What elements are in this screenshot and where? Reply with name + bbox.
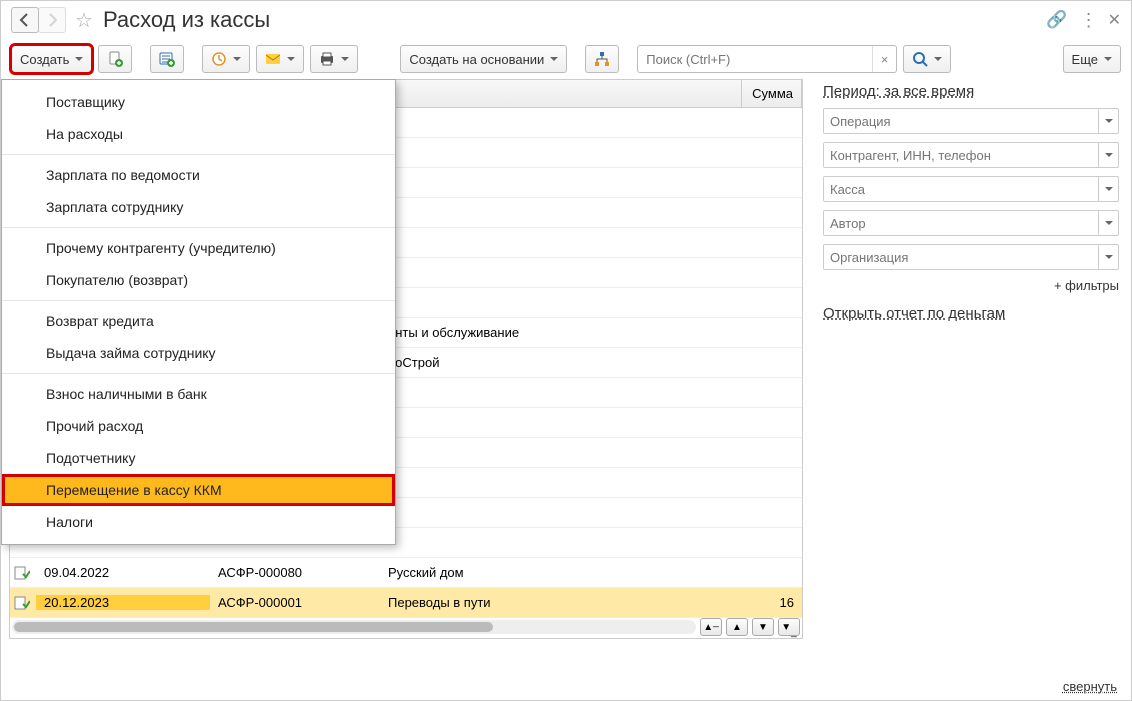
- create-menu-item[interactable]: Зарплата по ведомости: [2, 159, 395, 191]
- column-sum[interactable]: Сумма: [742, 80, 802, 107]
- create-dropdown-menu: ПоставщикуНа расходы Зарплата по ведомост…: [1, 79, 396, 545]
- filter-cash[interactable]: [823, 176, 1119, 202]
- find-button[interactable]: [903, 45, 951, 73]
- dropdown-icon[interactable]: [1098, 211, 1118, 235]
- link-icon[interactable]: 🔗: [1046, 10, 1067, 30]
- create-menu-item[interactable]: Возврат кредита: [2, 305, 395, 337]
- list-add-button[interactable]: [150, 45, 184, 73]
- create-menu-item[interactable]: Налоги: [2, 506, 395, 538]
- create-button[interactable]: Создать: [11, 45, 92, 73]
- kebab-menu-icon[interactable]: ⋮: [1080, 10, 1096, 31]
- envelope-icon: [265, 51, 281, 67]
- menu-separator: [2, 227, 395, 228]
- arrow-left-icon: [17, 12, 33, 28]
- filter-author-input[interactable]: [824, 211, 1098, 235]
- create-menu-item[interactable]: Подотчетнику: [2, 442, 395, 474]
- page-title: Расход из кассы: [103, 7, 1046, 33]
- create-menu-item[interactable]: Перемещение в кассу ККМ: [2, 474, 395, 506]
- email-button[interactable]: [256, 45, 304, 73]
- table-row[interactable]: 20.12.2023 АСФР-000001 Переводы в пути 1…: [10, 588, 802, 618]
- open-money-report-link[interactable]: Открыть отчет по деньгам: [823, 305, 1005, 322]
- create-menu-item[interactable]: Поставщику: [2, 86, 395, 118]
- hierarchy-icon: [594, 51, 610, 67]
- filter-panel: Период: за все время + фильтры Открыть о…: [811, 79, 1131, 678]
- create-menu-item[interactable]: Выдача займа сотруднику: [2, 337, 395, 369]
- back-button[interactable]: [11, 7, 39, 33]
- close-icon[interactable]: ✕: [1108, 10, 1121, 30]
- scroll-up-button[interactable]: ▲: [726, 618, 748, 636]
- structure-button[interactable]: [585, 45, 619, 73]
- arrow-right-icon: [44, 12, 60, 28]
- create-copy-button[interactable]: [98, 45, 132, 73]
- clock-icon: [211, 51, 227, 67]
- create-menu-item[interactable]: Зарплата сотруднику: [2, 191, 395, 223]
- dropdown-icon[interactable]: [1098, 177, 1118, 201]
- dropdown-icon[interactable]: [1098, 109, 1118, 133]
- filter-counterparty[interactable]: [823, 142, 1119, 168]
- create-menu-item[interactable]: Прочему контрагенту (учредителю): [2, 232, 395, 264]
- posted-doc-icon: [14, 595, 30, 611]
- printer-icon: [319, 51, 335, 67]
- print-button[interactable]: [310, 45, 358, 73]
- document-plus-icon: [107, 51, 123, 67]
- add-filters-link[interactable]: + фильтры: [823, 278, 1119, 293]
- more-button-label: Еще: [1072, 52, 1098, 67]
- collapse-link[interactable]: свернуть: [1063, 679, 1117, 694]
- search-clear-button[interactable]: ×: [872, 46, 897, 72]
- list-plus-icon: [159, 51, 175, 67]
- filter-operation[interactable]: [823, 108, 1119, 134]
- toolbar: Создать: [1, 39, 1131, 79]
- table-row[interactable]: 09.04.2022 АСФР-000080 Русский дом: [10, 558, 802, 588]
- window-header: ☆ Расход из кассы 🔗 ⋮ ✕: [1, 1, 1131, 39]
- dropdown-icon[interactable]: [1098, 245, 1118, 269]
- grid-footer: ▲_ ▲ ▼ ▼_: [10, 616, 802, 638]
- create-menu-item[interactable]: Прочий расход: [2, 410, 395, 442]
- menu-separator: [2, 300, 395, 301]
- more-button[interactable]: Еще: [1063, 45, 1121, 73]
- create-based-on-button[interactable]: Создать на основании: [400, 45, 567, 73]
- magnifier-icon: [912, 51, 928, 67]
- filter-organization[interactable]: [823, 244, 1119, 270]
- create-button-label: Создать: [20, 52, 69, 67]
- time-button[interactable]: [202, 45, 250, 73]
- dropdown-icon[interactable]: [1098, 143, 1118, 167]
- scroll-bottom-button[interactable]: ▼_: [778, 618, 800, 636]
- period-link[interactable]: Период: за все время: [823, 83, 974, 100]
- create-menu-item[interactable]: Покупателю (возврат): [2, 264, 395, 296]
- filter-counterparty-input[interactable]: [824, 143, 1098, 167]
- menu-separator: [2, 154, 395, 155]
- menu-separator: [2, 373, 395, 374]
- filter-author[interactable]: [823, 210, 1119, 236]
- forward-button[interactable]: [38, 7, 66, 33]
- horizontal-scrollbar[interactable]: [12, 620, 696, 634]
- search-input[interactable]: [638, 52, 871, 67]
- column-description[interactable]: [380, 80, 742, 107]
- favorite-star-icon[interactable]: ☆: [75, 8, 93, 33]
- filter-operation-input[interactable]: [824, 109, 1098, 133]
- create-menu-item[interactable]: Взнос наличными в банк: [2, 378, 395, 410]
- posted-doc-icon: [14, 565, 30, 581]
- scroll-down-button[interactable]: ▼: [752, 618, 774, 636]
- search-box[interactable]: ×: [637, 45, 897, 73]
- create-based-on-label: Создать на основании: [409, 52, 544, 67]
- filter-cash-input[interactable]: [824, 177, 1098, 201]
- create-menu-item[interactable]: На расходы: [2, 118, 395, 150]
- filter-organization-input[interactable]: [824, 245, 1098, 269]
- scroll-top-button[interactable]: ▲_: [700, 618, 722, 636]
